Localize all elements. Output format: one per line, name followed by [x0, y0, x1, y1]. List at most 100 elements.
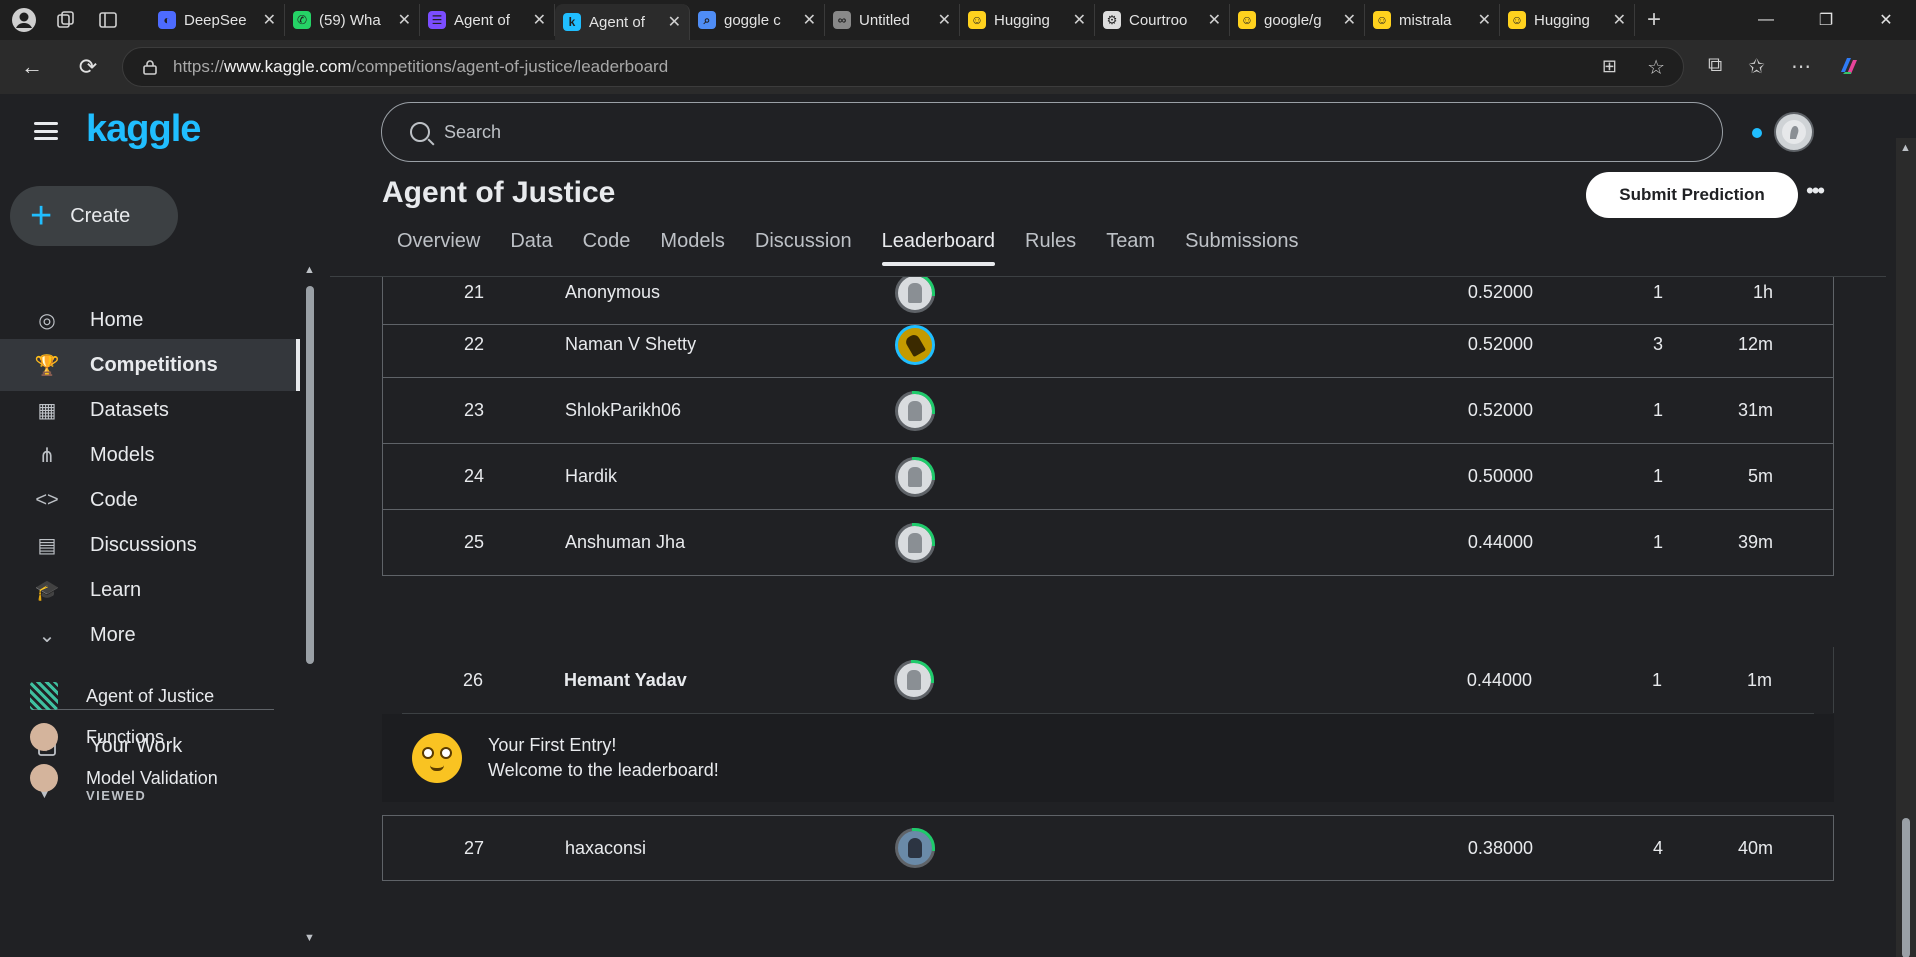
team-name[interactable]: Anshuman Jha [565, 532, 895, 553]
member-avatar[interactable] [895, 828, 935, 868]
tab-discussion[interactable]: Discussion [740, 224, 867, 266]
recent-item[interactable]: Agent of Justice [0, 676, 300, 716]
back-button[interactable]: ← [12, 47, 52, 87]
restore-button[interactable]: ❐ [1796, 0, 1856, 40]
app-available-icon[interactable]: ⊞ [1602, 56, 1617, 77]
tab-favicon-icon: k [563, 13, 581, 31]
browser-tab[interactable]: ∞ Untitled ✕ [825, 4, 960, 36]
scroll-down-icon[interactable]: ▼ [304, 932, 315, 944]
page-scroll-up-icon[interactable]: ▲ [1900, 142, 1911, 154]
team-name[interactable]: Anonymous [565, 282, 895, 303]
menu-icon[interactable] [34, 122, 58, 140]
browser-tab[interactable]: ◐ DeepSee ✕ [150, 4, 285, 36]
recent-item[interactable]: Functions [0, 717, 300, 757]
settings-more-icon[interactable]: ⋯ [1791, 54, 1811, 84]
close-tab-icon[interactable]: ✕ [263, 10, 276, 30]
member-avatar[interactable] [895, 324, 935, 365]
close-tab-icon[interactable]: ✕ [1073, 10, 1086, 30]
browser-tab[interactable]: ✆ (59) Wha ✕ [285, 4, 420, 36]
search-input[interactable]: Search [381, 102, 1723, 162]
browser-tab[interactable]: ⚙ Courtroo ✕ [1095, 4, 1230, 36]
page-scrollbar[interactable]: ▲ [1896, 138, 1916, 957]
url-field[interactable]: https://www.kaggle.com/competitions/agen… [122, 47, 1684, 87]
comment-icon: ▤ [37, 534, 57, 557]
close-tab-icon[interactable]: ✕ [398, 10, 411, 30]
search-icon [410, 122, 430, 142]
more-options-icon[interactable]: ••• [1806, 178, 1825, 204]
tab-data[interactable]: Data [495, 224, 567, 266]
tab-title: Courtroo [1129, 11, 1188, 29]
rank-cell: 22 [463, 334, 485, 354]
user-avatar[interactable] [1774, 112, 1814, 152]
member-avatar[interactable] [894, 660, 934, 700]
profile-icon[interactable] [10, 6, 38, 34]
tab-models[interactable]: Models [645, 224, 739, 266]
team-name[interactable]: haxaconsi [565, 838, 895, 859]
team-name[interactable]: Naman V Shetty [565, 334, 895, 355]
sidebar-scroll-thumb[interactable] [306, 286, 314, 664]
recent-item[interactable]: Model Validation [0, 758, 300, 798]
browser-tab[interactable]: ☺ Hugging ✕ [960, 4, 1095, 36]
copilot-icon[interactable] [1837, 54, 1861, 84]
team-name[interactable]: Hemant Yadav [564, 670, 894, 691]
browser-tabs: ◐ DeepSee ✕ ✆ (59) Wha ✕ ☰ Agent of ✕ k Agent of ✕ ⌕… [150, 0, 1635, 40]
new-tab-button[interactable]: + [1647, 6, 1661, 34]
tab-submissions[interactable]: Submissions [1170, 224, 1313, 266]
table-row[interactable]: 27 haxaconsi 0.38000 4 40m [382, 815, 1834, 881]
browser-tab[interactable]: ⌕ goggle c ✕ [690, 4, 825, 36]
close-tab-icon[interactable]: ✕ [533, 10, 546, 30]
tab-code[interactable]: Code [568, 224, 646, 266]
entries-cell: 1 [1652, 466, 1663, 486]
minimize-button[interactable]: — [1736, 0, 1796, 40]
table-row[interactable]: 25 Anshuman Jha 0.44000 1 39m [382, 510, 1834, 576]
member-avatar[interactable] [895, 522, 935, 563]
member-avatar[interactable] [895, 456, 935, 497]
rank-cell: 24 [463, 466, 485, 486]
close-tab-icon[interactable]: ✕ [1208, 10, 1221, 30]
browser-tab[interactable]: ☰ Agent of ✕ [420, 4, 555, 36]
sidebar-item-more[interactable]: ⌄ More [0, 609, 300, 661]
member-avatar[interactable] [895, 390, 935, 431]
page-scroll-thumb[interactable] [1902, 818, 1910, 957]
close-tab-icon[interactable]: ✕ [1343, 10, 1356, 30]
browser-tab[interactable]: ☺ Hugging ✕ [1500, 4, 1635, 36]
close-tab-icon[interactable]: ✕ [1613, 10, 1626, 30]
table-row[interactable]: 24 Hardik 0.50000 1 5m [382, 444, 1834, 510]
my-leaderboard-row[interactable]: 26 Hemant Yadav 0.44000 1 1m [382, 647, 1834, 713]
workspaces-icon[interactable] [52, 6, 80, 34]
submit-prediction-button[interactable]: Submit Prediction [1586, 172, 1798, 218]
favorite-star-icon[interactable]: ☆ [1647, 55, 1665, 80]
close-tab-icon[interactable]: ✕ [1478, 10, 1491, 30]
close-window-button[interactable]: ✕ [1856, 0, 1916, 40]
team-name[interactable]: ShlokParikh06 [565, 400, 895, 421]
table-row[interactable]: 22 Naman V Shetty 0.52000 3 12m [382, 312, 1834, 378]
tab-overview[interactable]: Overview [382, 224, 495, 266]
tab-leaderboard[interactable]: Leaderboard [867, 224, 1010, 266]
sidebar-scrollbar[interactable]: ▲ ▼ [302, 264, 316, 957]
create-button[interactable]: + Create [10, 186, 178, 246]
browser-tab[interactable]: ☺ google/g ✕ [1230, 4, 1365, 36]
team-members [895, 277, 1095, 313]
scroll-up-icon[interactable]: ▲ [304, 264, 315, 276]
member-avatar[interactable] [895, 277, 935, 313]
team-name[interactable]: Hardik [565, 466, 895, 487]
close-tab-icon[interactable]: ✕ [938, 10, 951, 30]
tab-team[interactable]: Team [1091, 224, 1170, 266]
favorites-icon[interactable]: ✩ [1748, 54, 1765, 84]
close-tab-icon[interactable]: ✕ [668, 12, 681, 32]
avatar-icon [908, 282, 922, 303]
browser-tab[interactable]: ☺ mistrala ✕ [1365, 4, 1500, 36]
table-row[interactable]: 23 ShlokParikh06 0.52000 1 31m [382, 378, 1834, 444]
lock-icon[interactable] [143, 59, 157, 75]
refresh-button[interactable]: ⟳ [68, 47, 108, 87]
rank-cell: 27 [463, 837, 485, 858]
tab-actions-icon[interactable] [94, 6, 122, 34]
tab-rules[interactable]: Rules [1010, 224, 1091, 266]
tab-favicon-icon: ☺ [1508, 11, 1526, 29]
browser-tab[interactable]: k Agent of ✕ [555, 4, 690, 40]
extensions-icon[interactable]: ⧉ [1708, 54, 1722, 84]
close-tab-icon[interactable]: ✕ [803, 10, 816, 30]
create-label: Create [70, 204, 131, 227]
team-members [895, 390, 1095, 431]
kaggle-logo[interactable]: kaggle [86, 108, 201, 151]
